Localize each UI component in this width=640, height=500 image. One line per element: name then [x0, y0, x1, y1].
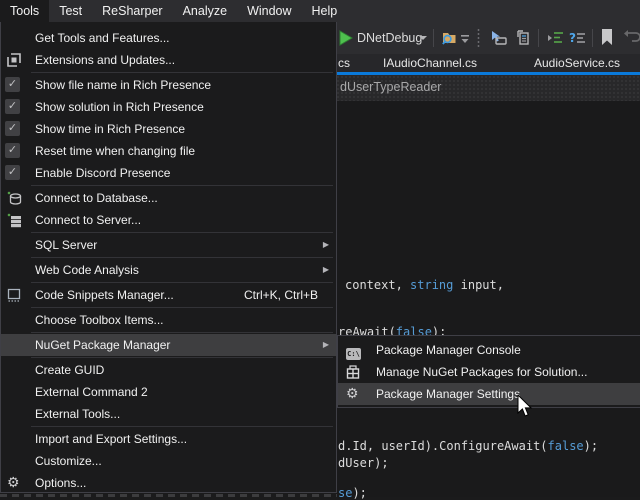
menu-item-connect-to-database[interactable]: Connect to Database... [1, 187, 336, 209]
tools-dropdown-menu: Get Tools and Features... Extensions and… [0, 22, 337, 493]
run-icon[interactable] [339, 30, 353, 46]
toolbar-separator [433, 29, 434, 47]
menu-test[interactable]: Test [49, 0, 92, 22]
shortcut-label: Ctrl+K, Ctrl+B [244, 288, 318, 302]
menu-separator [31, 357, 333, 358]
database-icon [7, 191, 23, 205]
menu-item-get-tools-and-features[interactable]: Get Tools and Features... [1, 27, 336, 49]
code-line: se); [338, 487, 367, 500]
format-document-icon[interactable] [547, 31, 564, 45]
submenu-item-package-manager-settings[interactable]: ⚙ Package Manager Settings [338, 383, 640, 405]
menu-separator [31, 332, 333, 333]
menu-item-create-guid[interactable]: Create GUID [1, 359, 336, 381]
server-icon [7, 213, 23, 227]
navigate-to-icon[interactable] [490, 30, 508, 46]
menu-item-code-snippets-manager[interactable]: Code Snippets Manager... Ctrl+K, Ctrl+B [1, 284, 336, 306]
find-in-files-icon[interactable] [441, 30, 458, 46]
bookmark-icon[interactable] [601, 29, 613, 46]
menu-item-web-code-analysis[interactable]: Web Code Analysis ▶ [1, 259, 336, 281]
comment-help-icon[interactable]: ? [568, 30, 586, 46]
submenu-item-package-manager-console[interactable]: C:\ Package Manager Console [338, 339, 640, 361]
code-line: context, string input, [345, 279, 504, 292]
toolbar-separator [592, 29, 593, 47]
mouse-cursor-icon [517, 395, 533, 424]
menu-help[interactable]: Help [302, 0, 348, 22]
run-config-dropdown-icon[interactable] [419, 36, 427, 40]
console-icon: C:\ [346, 343, 362, 357]
checkmark-icon: ✓ [5, 165, 20, 180]
snippets-icon [7, 288, 23, 302]
menu-separator [31, 426, 333, 427]
menu-analyze[interactable]: Analyze [173, 0, 237, 22]
menu-separator [31, 307, 333, 308]
menu-separator [31, 232, 333, 233]
tab-partial[interactable]: cs [338, 54, 350, 72]
gear-icon: ⚙ [346, 386, 362, 400]
menu-item-customize[interactable]: Customize... [1, 450, 336, 472]
find-dropdown-icon[interactable] [460, 34, 470, 44]
menu-separator [31, 185, 333, 186]
menu-item-sql-server[interactable]: SQL Server ▶ [1, 234, 336, 256]
menu-item-import-export-settings[interactable]: Import and Export Settings... [1, 428, 336, 450]
prev-bookmark-icon[interactable] [624, 30, 640, 45]
menu-window[interactable]: Window [237, 0, 301, 22]
tab-audioservice[interactable]: AudioService.cs [534, 54, 620, 72]
menu-item-enable-discord-presence[interactable]: ✓ Enable Discord Presence [1, 162, 336, 184]
run-configuration-label[interactable]: DNetDebug [357, 31, 422, 45]
svg-text:?: ? [569, 31, 576, 45]
menu-item-show-time-rich-presence[interactable]: ✓ Show time in Rich Presence [1, 118, 336, 140]
menu-item-reset-time-changing-file[interactable]: ✓ Reset time when changing file [1, 140, 336, 162]
code-line: d.Id, userId).ConfigureAwait(false); [338, 440, 598, 453]
menu-item-extensions-and-updates[interactable]: Extensions and Updates... [1, 49, 336, 71]
menu-separator [31, 257, 333, 258]
main-menu-bar: Tools Test ReSharper Analyze Window Help [0, 0, 640, 22]
menu-item-show-solution-rich-presence[interactable]: ✓ Show solution in Rich Presence [1, 96, 336, 118]
code-line: dUser); [338, 457, 389, 470]
checkmark-icon: ✓ [5, 143, 20, 158]
extensions-icon [7, 53, 23, 67]
gear-icon: ⚙ [7, 475, 23, 489]
menu-resharper[interactable]: ReSharper [92, 0, 172, 22]
nuget-package-manager-submenu: C:\ Package Manager Console Manage NuGet… [337, 335, 640, 408]
toolbar-separator [538, 29, 539, 47]
menu-separator [31, 282, 333, 283]
sync-copy-icon[interactable] [513, 30, 530, 46]
submenu-arrow-icon: ▶ [323, 240, 329, 249]
menu-item-options[interactable]: ⚙ Options... [1, 472, 336, 494]
tab-iaudiochannel[interactable]: IAudioChannel.cs [383, 54, 477, 72]
menu-item-external-command-2[interactable]: External Command 2 [1, 381, 336, 403]
toolbar-drag-grip[interactable] [477, 28, 480, 48]
menu-item-show-file-name-rich-presence[interactable]: ✓ Show file name in Rich Presence [1, 74, 336, 96]
menu-item-nuget-package-manager[interactable]: NuGet Package Manager ▶ [1, 334, 336, 356]
submenu-arrow-icon: ▶ [323, 265, 329, 274]
checkmark-icon: ✓ [5, 77, 20, 92]
checkmark-icon: ✓ [5, 99, 20, 114]
navigation-bar-type[interactable]: dUserTypeReader [340, 80, 441, 94]
menu-item-connect-to-server[interactable]: Connect to Server... [1, 209, 336, 231]
package-icon [346, 365, 362, 379]
menu-tools[interactable]: Tools [0, 0, 49, 22]
menu-item-external-tools[interactable]: External Tools... [1, 403, 336, 425]
submenu-arrow-icon: ▶ [323, 340, 329, 349]
menu-item-choose-toolbox-items[interactable]: Choose Toolbox Items... [1, 309, 336, 331]
menu-separator [31, 72, 333, 73]
submenu-item-manage-nuget-packages[interactable]: Manage NuGet Packages for Solution... [338, 361, 640, 383]
checkmark-icon: ✓ [5, 121, 20, 136]
